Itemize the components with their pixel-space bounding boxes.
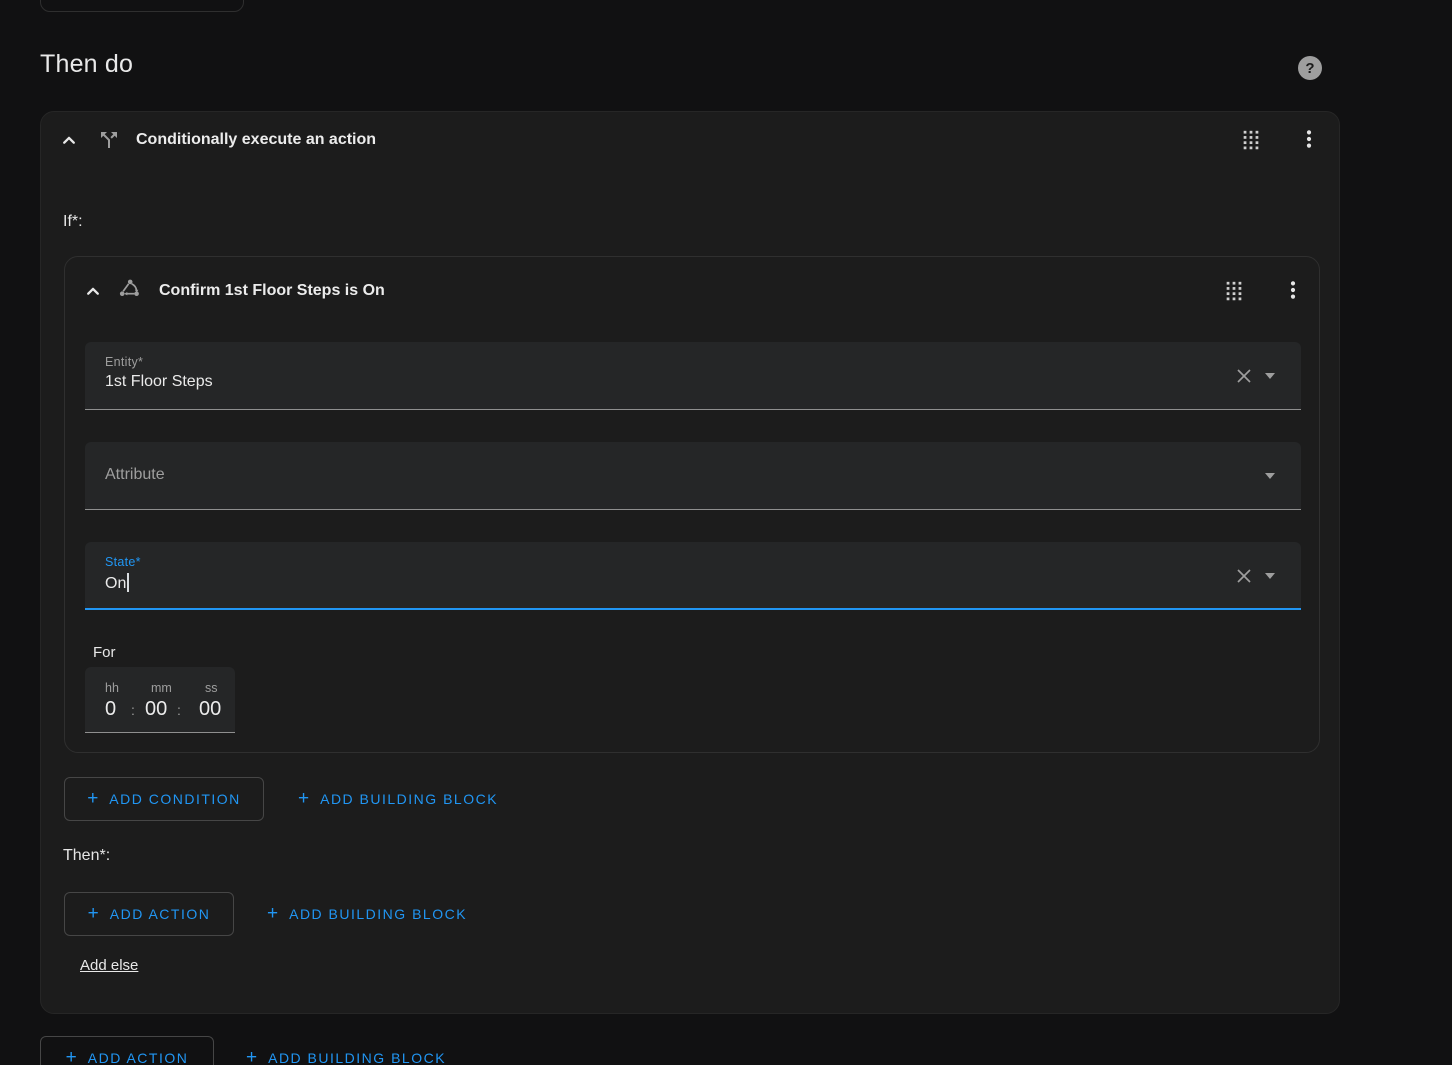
call-split-icon	[97, 128, 121, 152]
condition-title: Confirm 1st Floor Steps is On	[159, 282, 385, 299]
plus-icon: +	[267, 902, 279, 924]
dropdown-caret-icon[interactable]	[1265, 373, 1275, 379]
seconds-label: ss	[205, 681, 218, 695]
clear-icon[interactable]	[1235, 567, 1253, 585]
automation-editor: Then do ? Conditionally execute an actio…	[0, 0, 1452, 1065]
add-building-block-button[interactable]: + ADD BUILDING BLOCK	[253, 892, 481, 936]
help-glyph: ?	[1305, 59, 1315, 77]
seconds-value[interactable]: 00	[199, 698, 221, 721]
plus-icon: +	[246, 1046, 258, 1065]
text-cursor	[127, 573, 129, 592]
add-else-link[interactable]: Add else	[80, 957, 138, 974]
for-label: For	[93, 644, 116, 661]
time-separator: :	[131, 702, 135, 718]
dropdown-caret-icon[interactable]	[1265, 473, 1275, 479]
drag-handle-icon[interactable]	[1222, 279, 1246, 303]
add-action-button-bottom[interactable]: + ADD ACTION	[40, 1036, 214, 1065]
attribute-field-label: Attribute	[105, 466, 165, 483]
overflow-menu-icon[interactable]	[1297, 127, 1321, 151]
attribute-field[interactable]: Attribute	[85, 442, 1301, 510]
plus-icon: +	[65, 1046, 77, 1065]
state-machine-icon	[117, 276, 141, 300]
state-condition-card: Confirm 1st Floor Steps is On Entity* 1s…	[64, 256, 1320, 753]
add-building-block-button-bottom[interactable]: + ADD BUILDING BLOCK	[232, 1036, 460, 1065]
plus-icon: +	[87, 902, 99, 924]
hours-label: hh	[105, 681, 119, 695]
clear-icon[interactable]	[1235, 367, 1253, 385]
minutes-label: mm	[151, 681, 172, 695]
state-field-value: On	[105, 573, 129, 593]
state-field[interactable]: State* On	[85, 542, 1301, 610]
hours-value[interactable]: 0	[105, 698, 116, 721]
add-building-block-button[interactable]: + ADD BUILDING BLOCK	[284, 777, 512, 821]
entity-field-value: 1st Floor Steps	[105, 373, 213, 390]
collapse-chevron-icon[interactable]	[81, 279, 105, 303]
if-label: If*:	[63, 213, 83, 230]
plus-icon: +	[87, 787, 99, 809]
add-condition-button[interactable]: + ADD CONDITION	[64, 777, 264, 821]
plus-icon: +	[298, 787, 310, 809]
overflow-menu-icon[interactable]	[1281, 278, 1305, 302]
state-field-label: State*	[105, 555, 141, 569]
duration-input[interactable]: hh mm ss 0 : 00 : 00	[85, 667, 235, 733]
entity-field-label: Entity*	[105, 355, 144, 369]
then-label: Then*:	[63, 847, 111, 864]
entity-field[interactable]: Entity* 1st Floor Steps	[85, 342, 1301, 410]
collapse-chevron-icon[interactable]	[57, 128, 81, 152]
drag-handle-icon[interactable]	[1239, 128, 1263, 152]
add-action-button[interactable]: + ADD ACTION	[64, 892, 234, 936]
time-separator: :	[177, 702, 181, 718]
dropdown-caret-icon[interactable]	[1265, 573, 1275, 579]
condition-action-card: Conditionally execute an action If*: Con…	[40, 111, 1340, 1014]
card-title: Conditionally execute an action	[136, 131, 377, 148]
help-icon[interactable]: ?	[1298, 56, 1322, 80]
previous-section-button-partial[interactable]	[40, 0, 244, 12]
section-heading: Then do	[40, 50, 134, 78]
minutes-value[interactable]: 00	[145, 698, 167, 721]
